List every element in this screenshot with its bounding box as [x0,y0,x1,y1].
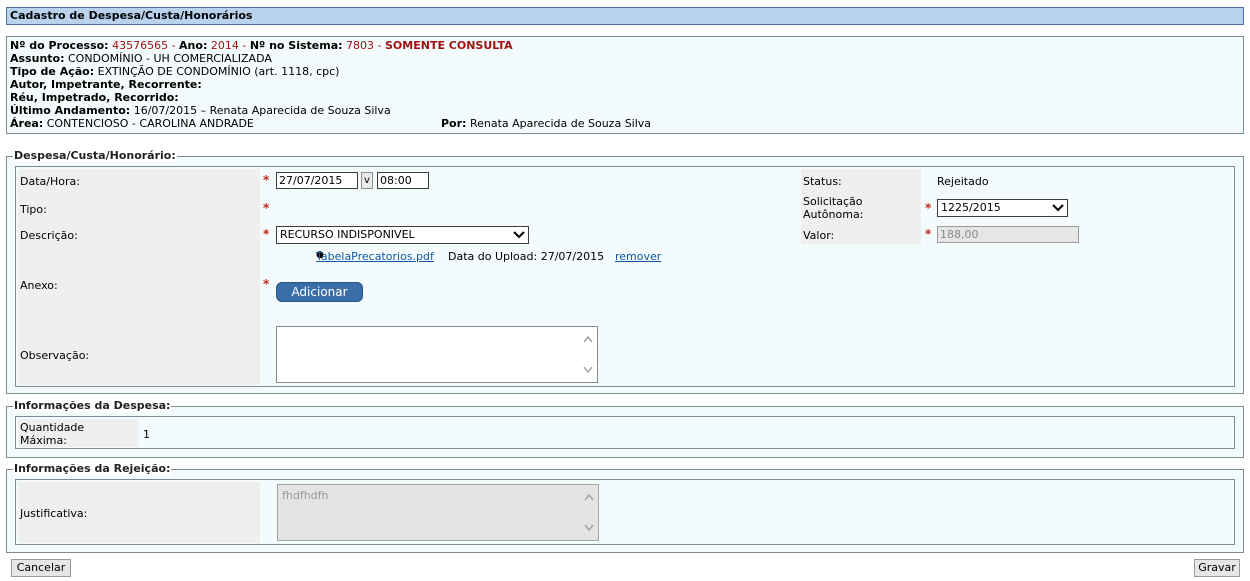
justificativa-textarea[interactable]: fhdfhdfh [277,484,599,541]
observacao-label: Observação: [20,349,90,362]
autor-label: Autor, Impetrante, Recorrente: [10,78,202,91]
sistema-value: 7803 [346,39,375,52]
required-marker: * [925,227,932,241]
separator: - [374,39,385,52]
assunto-line: Assunto: CONDOMÍNIO - UH COMERCIALIZADA [10,52,1240,65]
tipo-acao-value: EXTINÇÃO DE CONDOMÍNIO (art. 1118, cpc) [97,65,340,78]
observacao-textarea[interactable] [276,326,598,383]
assunto-value: CONDOMÍNIO - UH COMERCIALIZADA [67,52,272,65]
chevron-down-icon[interactable] [584,521,594,535]
chevron-down-icon [1052,200,1064,221]
ano-value: 2014 [210,39,239,52]
chevron-up-icon[interactable] [584,490,594,504]
anexo-label: Anexo: [20,279,58,292]
solicitacao-label-2: Autônoma: [803,208,864,221]
processo-value: 43576565 [112,39,169,52]
area-value: CONTENCIOSO - CAROLINA ANDRADE [46,117,254,130]
valor-label: Valor: [803,229,835,242]
autor-line: Autor, Impetrante, Recorrente: [10,78,1240,91]
processo-label: Nº do Processo: [10,39,109,52]
time-input[interactable] [377,172,429,189]
ano-label: Ano: [179,39,208,52]
chevron-down-icon[interactable] [583,363,593,377]
tipo-acao-line: Tipo de Ação: EXTINÇÃO DE CONDOMÍNIO (ar… [10,65,1240,78]
add-attachment-button[interactable]: Adicionar [276,282,363,302]
required-marker: * [263,277,270,291]
por-value: Renata Aparecida de Souza Silva [469,117,652,130]
reu-line: Réu, Impetrado, Recorrido: [10,91,1240,104]
tipo-label: Tipo: [20,203,47,216]
required-marker: * [263,201,270,215]
justificativa-label: Justificativa: [20,507,88,520]
date-input[interactable] [276,172,358,189]
descricao-select[interactable]: RECURSO INDISPONIVEL [276,226,529,244]
chevron-down-icon [513,227,525,248]
textarea-scrollbar[interactable] [580,328,596,381]
save-button[interactable]: Gravar [1194,559,1240,577]
rejeicao-legend: Informações da Rejeição: [13,462,172,475]
remove-attachment-link[interactable]: remover [615,250,661,263]
justificativa-value: fhdfhdfh [282,489,329,502]
rejeicao-form: Justificativa: fhdfhdfh [15,479,1235,545]
solicitacao-value: 1225/2015 [941,201,1001,214]
date-picker-button[interactable]: v [361,172,373,189]
reu-label: Réu, Impetrado, Recorrido: [10,91,179,104]
upload-info: Data do Upload: 27/07/2015 [448,250,605,263]
window-title: Cadastro de Despesa/Custa/Honorários [6,7,1244,25]
mode-badge: SOMENTE CONSULTA [385,39,513,52]
required-marker: * [263,173,270,187]
despesa-form: Data/Hora: * v Status: Rejeitado Tipo: *… [15,166,1235,387]
descricao-label: Descrição: [20,229,78,242]
separator: - [168,39,180,52]
status-value: Rejeitado [937,175,989,188]
process-header-line: Nº do Processo: 43576565 - Ano: 2014 - N… [10,39,1240,52]
andamento-line: Último Andamento: 16/07/2015 – Renata Ap… [10,104,1240,117]
tipo-acao-label: Tipo de Ação: [10,65,95,78]
process-info-panel: Nº do Processo: 43576565 - Ano: 2014 - N… [6,36,1244,134]
info-despesa-legend: Informações da Despesa: [13,399,172,412]
area-label: Área: [10,117,44,130]
andamento-label: Último Andamento: [10,104,131,117]
despesa-legend: Despesa/Custa/Honorário: [13,149,177,162]
por-label: Por: [441,117,467,130]
cancel-button[interactable]: Cancelar [11,559,71,577]
area-line: Área: CONTENCIOSO - CAROLINA ANDRADE Por… [10,117,1240,130]
quantidade-label-2: Máxima: [20,434,67,447]
assunto-label: Assunto: [10,52,65,65]
chevron-up-icon[interactable] [583,332,593,346]
andamento-value: 16/07/2015 – Renata Aparecida de Souza S… [133,104,391,117]
required-marker: * [263,227,270,241]
sistema-label: Nº no Sistema: [249,39,343,52]
required-marker: * [925,201,932,215]
attachment-file-link[interactable]: TabelaPrecatorios.pdf [316,250,434,263]
separator: - [238,39,250,52]
status-label: Status: [803,175,842,188]
por-group: Por: Renata Aparecida de Souza Silva [441,117,651,130]
quantidade-label-1: Quantidade [20,421,85,434]
valor-input[interactable] [937,226,1079,243]
quantidade-value: 1 [143,428,150,441]
descricao-value: RECURSO INDISPONIVEL [280,228,415,241]
textarea-scrollbar[interactable] [581,486,597,539]
info-despesa-table: Quantidade Máxima: 1 [15,416,1235,449]
data-hora-label: Data/Hora: [20,175,80,188]
solicitacao-select[interactable]: 1225/2015 [937,199,1068,217]
solicitacao-label-1: Solicitação [803,195,863,208]
